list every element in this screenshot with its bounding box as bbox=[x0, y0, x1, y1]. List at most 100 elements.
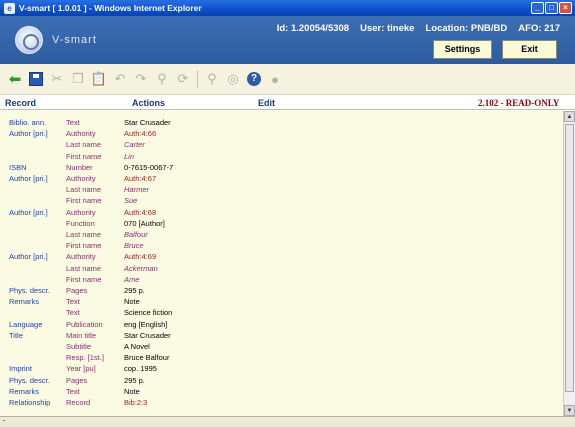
subfield-label: Last name bbox=[66, 230, 102, 239]
field-tag[interactable]: Phys. descr. bbox=[9, 376, 50, 385]
table-row[interactable]: Title Main title Star Crusader bbox=[0, 331, 560, 342]
subfield-label: Main title bbox=[66, 330, 97, 340]
subfield-label: Resp. [1st.] bbox=[66, 353, 104, 363]
field-value[interactable]: Auth:4:68 bbox=[124, 208, 156, 217]
field-value: Ame bbox=[124, 274, 140, 284]
field-value: Note bbox=[124, 297, 140, 307]
settings-button[interactable]: Settings bbox=[433, 40, 492, 59]
table-row[interactable]: Last name Ackerman bbox=[0, 264, 560, 275]
maximize-button[interactable]: □ bbox=[545, 2, 558, 14]
menu-actions[interactable]: Actions bbox=[132, 98, 165, 108]
field-tag[interactable]: Biblio. ann. bbox=[9, 118, 46, 127]
field-tag[interactable]: Relationship bbox=[9, 398, 50, 407]
cut-icon[interactable]: ✂ bbox=[48, 70, 66, 88]
table-row[interactable]: Language Publication eng [English] bbox=[0, 320, 560, 331]
subfield-label: Text bbox=[66, 386, 80, 396]
subfield-label: Text bbox=[66, 308, 80, 318]
screen-status: 2.102 - READ-ONLY bbox=[478, 98, 560, 108]
search-authority-icon[interactable]: ⚲ bbox=[203, 70, 221, 88]
table-row[interactable]: Remarks Text Note bbox=[0, 297, 560, 308]
view-icon[interactable]: ◎ bbox=[224, 70, 242, 88]
table-row[interactable]: First name Lin bbox=[0, 152, 560, 163]
field-tag[interactable]: Title bbox=[9, 331, 23, 340]
ie-icon: e bbox=[4, 2, 15, 14]
subfield-label: Function bbox=[66, 218, 95, 228]
field-tag[interactable]: Author [pri.] bbox=[9, 252, 48, 261]
field-tag[interactable]: Language bbox=[9, 320, 42, 329]
table-row[interactable]: First name Ame bbox=[0, 275, 560, 286]
field-value: 295 p. bbox=[124, 375, 145, 385]
window-title: V-smart [ 1.0.01 ] - Windows Internet Ex… bbox=[19, 3, 202, 13]
field-value[interactable]: Auth:4:66 bbox=[124, 129, 156, 138]
field-tag[interactable]: Author [pri.] bbox=[9, 129, 48, 138]
help-icon[interactable]: ? bbox=[245, 70, 263, 88]
paste-icon[interactable]: 📋 bbox=[90, 70, 108, 88]
close-button[interactable]: × bbox=[559, 2, 572, 14]
field-value: Lin bbox=[124, 151, 135, 161]
field-value[interactable]: Auth:4:67 bbox=[124, 174, 156, 183]
subfield-label: Year [pu] bbox=[66, 364, 96, 374]
field-value: Star Crusader bbox=[124, 330, 171, 340]
field-value[interactable]: Bib:2:3 bbox=[124, 398, 147, 407]
menu-edit[interactable]: Edit bbox=[258, 98, 275, 108]
table-row[interactable]: Last name Balfour bbox=[0, 230, 560, 241]
field-tag[interactable]: Remarks bbox=[9, 297, 39, 306]
table-row[interactable]: Remarks Text Note bbox=[0, 387, 560, 398]
subfield-label: Authority bbox=[66, 207, 96, 217]
table-row[interactable]: Imprint Year [pu] cop. 1995 bbox=[0, 364, 560, 375]
subfield-label: Record bbox=[66, 398, 91, 407]
subfield-label: First name bbox=[66, 241, 102, 251]
table-row[interactable]: Author [pri.] Authority Auth:4:69 bbox=[0, 252, 560, 263]
field-value: Ackerman bbox=[124, 263, 158, 273]
window-controls: _ □ × bbox=[531, 2, 572, 14]
replace-icon[interactable]: ⟳ bbox=[174, 70, 192, 88]
subfield-label: Authority bbox=[66, 129, 96, 139]
scroll-thumb[interactable] bbox=[565, 124, 574, 392]
table-row[interactable]: Relationship Record Bib:2:3 bbox=[0, 398, 560, 409]
subfield-label: Pages bbox=[66, 286, 88, 295]
table-row[interactable]: Text Science fiction bbox=[0, 308, 560, 319]
table-row[interactable]: Phys. descr. Pages 295 p. bbox=[0, 376, 560, 387]
table-row[interactable]: Function 070 [Author] bbox=[0, 219, 560, 230]
field-tag[interactable]: Author [pri.] bbox=[9, 174, 48, 183]
field-tag[interactable]: Remarks bbox=[9, 387, 39, 396]
find-icon[interactable]: ⚲ bbox=[153, 70, 171, 88]
field-value: Carter bbox=[124, 140, 145, 150]
table-row[interactable]: Author [pri.] Authority Auth:4:66 bbox=[0, 129, 560, 140]
field-tag[interactable]: Author [pri.] bbox=[9, 208, 48, 217]
scroll-up-icon[interactable]: ▲ bbox=[564, 111, 575, 122]
vertical-scrollbar[interactable]: ▲ ▼ bbox=[563, 111, 575, 416]
table-row[interactable]: Last name Harmer bbox=[0, 185, 560, 196]
menu-record[interactable]: Record bbox=[5, 98, 36, 108]
field-tag[interactable]: Imprint bbox=[9, 364, 32, 373]
undo-icon[interactable]: ↶ bbox=[111, 70, 129, 88]
copy-icon[interactable]: ❐ bbox=[69, 70, 87, 88]
minimize-button[interactable]: _ bbox=[531, 2, 544, 14]
table-row[interactable]: First name Sue bbox=[0, 196, 560, 207]
table-row[interactable]: Phys. descr. Pages 295 p. bbox=[0, 286, 560, 297]
browser-statusbar: - bbox=[0, 416, 575, 427]
info-icon[interactable]: ● bbox=[266, 70, 284, 88]
field-tag[interactable]: ISBN bbox=[9, 163, 27, 172]
table-row[interactable]: Last name Carter bbox=[0, 140, 560, 151]
field-value: Harmer bbox=[124, 185, 150, 195]
table-row[interactable]: Biblio. ann. Text Star Crusader bbox=[0, 118, 560, 129]
table-row[interactable]: Author [pri.] Authority Auth:4:67 bbox=[0, 174, 560, 185]
location-label: Location: PNB/BD bbox=[425, 23, 508, 34]
save-icon[interactable] bbox=[27, 70, 45, 88]
field-value[interactable]: Auth:4:69 bbox=[124, 252, 156, 261]
table-row[interactable]: Resp. [1st.] Bruce Balfour bbox=[0, 353, 560, 364]
field-tag[interactable]: Phys. descr. bbox=[9, 286, 50, 295]
field-value: Note bbox=[124, 386, 140, 396]
subfield-label: Text bbox=[66, 118, 80, 127]
table-row[interactable]: Subtitle A Novel bbox=[0, 342, 560, 353]
scroll-down-icon[interactable]: ▼ bbox=[564, 405, 575, 416]
table-row[interactable]: Author [pri.] Authority Auth:4:68 bbox=[0, 208, 560, 219]
table-row[interactable]: ISBN Number 0-7615-0067-7 bbox=[0, 163, 560, 174]
redo-icon[interactable]: ↷ bbox=[132, 70, 150, 88]
subfield-label: Publication bbox=[66, 319, 103, 329]
back-arrow-icon[interactable]: ⬅ bbox=[6, 70, 24, 88]
field-value: Science fiction bbox=[124, 308, 173, 318]
exit-button[interactable]: Exit bbox=[502, 40, 557, 59]
table-row[interactable]: First name Bruce bbox=[0, 241, 560, 252]
